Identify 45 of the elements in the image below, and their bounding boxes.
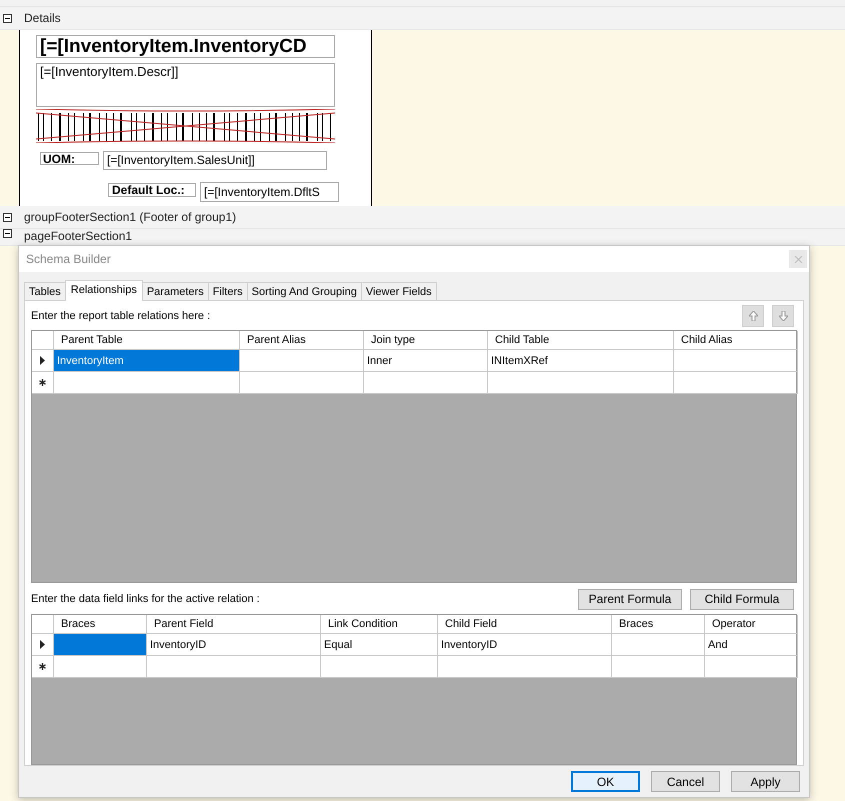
close-icon [794, 256, 802, 262]
table-cell[interactable] [54, 656, 147, 678]
table-cell[interactable] [240, 372, 364, 394]
up-arrow-icon [748, 310, 758, 320]
section-title: pageFooterSection1 [24, 229, 132, 243]
table-cell[interactable] [364, 372, 488, 394]
text-field[interactable]: [=[InventoryItem.InventoryCD [36, 35, 335, 58]
instruction-text: Enter the report table relations here : [31, 310, 210, 322]
text-field[interactable]: [=[InventoryItem.Descr]] [36, 63, 335, 107]
table-cell[interactable] [705, 656, 798, 678]
table-cell[interactable] [147, 656, 321, 678]
collapse-icon[interactable] [3, 212, 12, 222]
tab[interactable]: Viewer Fields [360, 282, 437, 300]
tab[interactable]: Relationships [64, 280, 143, 301]
table-cell[interactable] [438, 656, 612, 678]
table-cell[interactable] [321, 656, 438, 678]
dialog-button[interactable]: Apply [731, 771, 800, 792]
table-cell[interactable] [54, 372, 240, 394]
row-pointer-icon [40, 640, 45, 649]
asterisk-icon [39, 663, 46, 670]
collapse-icon[interactable] [3, 14, 12, 22]
table-cell[interactable]: InventoryItem [54, 350, 240, 372]
close-button[interactable] [789, 250, 807, 268]
tab[interactable]: Tables [24, 282, 66, 300]
row-pointer-icon [40, 356, 45, 365]
formula-button[interactable]: Parent Formula [578, 588, 682, 610]
window-title: Schema Builder [26, 252, 111, 266]
tab[interactable]: Sorting And Grouping [246, 282, 362, 300]
field-label[interactable]: UOM: [40, 152, 99, 165]
dialog-button[interactable]: OK [571, 771, 640, 792]
dialog-button[interactable]: Cancel [651, 771, 720, 792]
table-cell[interactable] [612, 656, 705, 678]
instruction-text: Enter the data field links for the active relation : [31, 593, 260, 605]
text-field[interactable]: [=[InventoryItem.SalesUnit]] [103, 151, 327, 170]
text-field[interactable]: [=[InventoryItem.DfltS [200, 182, 339, 202]
collapse-icon[interactable] [3, 229, 12, 238]
formula-button[interactable]: Child Formula [690, 588, 794, 610]
section-title: groupFooterSection1 (Footer of group1) [24, 210, 236, 224]
field-label[interactable]: Default Loc.: [108, 183, 196, 197]
asterisk-icon [39, 379, 46, 386]
table-cell[interactable] [488, 372, 674, 394]
down-arrow-icon [778, 310, 788, 320]
section-title: Details [24, 11, 61, 25]
table-cell[interactable] [54, 634, 147, 656]
table-cell[interactable] [674, 372, 798, 394]
